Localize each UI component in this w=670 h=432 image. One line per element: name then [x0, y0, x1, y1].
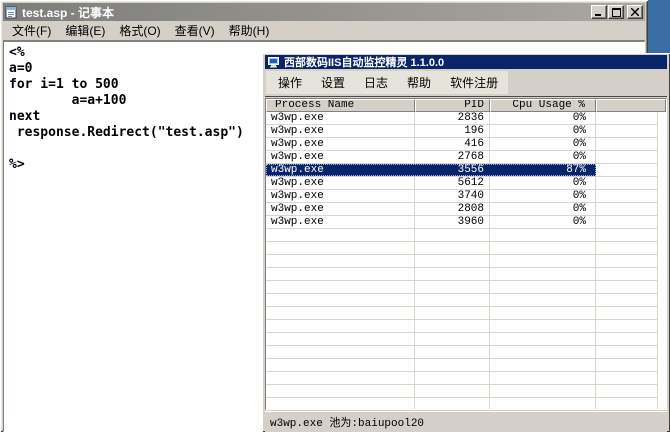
monitor-menu-item[interactable]: 软件注册	[444, 71, 504, 94]
maximize-button[interactable]	[608, 5, 624, 19]
process-pid-cell: 2768	[415, 151, 490, 163]
maximize-icon	[612, 8, 621, 17]
notepad-titlebar[interactable]: test.asp - 记事本	[3, 3, 645, 21]
process-pid-cell: 416	[415, 138, 490, 150]
monitor-menu-item[interactable]: 操作	[272, 71, 308, 94]
process-row[interactable]: w3wp.exe 196 0%	[266, 125, 658, 138]
process-name-cell: w3wp.exe	[266, 112, 415, 124]
notepad-window-controls	[590, 5, 643, 19]
notepad-menu-item[interactable]: 文件(F)	[5, 20, 58, 41]
process-cpu-cell: 87%	[490, 164, 596, 176]
process-name-cell: w3wp.exe	[266, 203, 415, 215]
monitor-menu-band: 操作设置日志帮助软件注册	[266, 71, 508, 94]
status-text: w3wp.exe 池为:baiupool20	[270, 414, 424, 430]
column-header-pid[interactable]: PID	[415, 99, 490, 112]
process-pid-cell: 2808	[415, 203, 490, 215]
notepad-menu-item[interactable]: 查看(V)	[168, 20, 222, 41]
monitor-window: 西部数码IIS自动监控精灵 1.1.0.0 操作设置日志帮助软件注册 Proce…	[262, 53, 670, 432]
process-listview[interactable]: Process Name PID Cpu Usage % w3wp.exe 28…	[265, 98, 667, 410]
process-name-cell: w3wp.exe	[266, 125, 415, 137]
process-row[interactable]: w3wp.exe 3556 87%	[266, 164, 658, 177]
process-cpu-cell: 0%	[490, 216, 596, 228]
close-button[interactable]	[627, 5, 643, 19]
notepad-menu-item[interactable]: 帮助(H)	[222, 20, 277, 41]
process-row[interactable]: w3wp.exe 2836 0%	[266, 112, 658, 125]
process-cpu-cell: 0%	[490, 125, 596, 137]
process-name-cell: w3wp.exe	[266, 216, 415, 228]
process-row[interactable]: w3wp.exe 3740 0%	[266, 190, 658, 203]
process-cpu-cell: 0%	[490, 190, 596, 202]
app-monitor-icon	[268, 57, 280, 68]
monitor-menu-item[interactable]: 帮助	[401, 71, 437, 94]
process-row[interactable]: w3wp.exe 2808 0%	[266, 203, 658, 216]
notepad-window-title: test.asp - 记事本	[22, 4, 114, 21]
process-pid-cell: 3740	[415, 190, 490, 202]
process-row[interactable]: w3wp.exe 2768 0%	[266, 151, 658, 164]
notepad-menubar: 文件(F)编辑(E)格式(O)查看(V)帮助(H)	[3, 21, 645, 41]
process-row[interactable]: w3wp.exe 3960 0%	[266, 216, 658, 229]
minimize-icon	[595, 8, 603, 16]
monitor-statusbar: w3wp.exe 池为:baiupool20	[265, 411, 667, 432]
monitor-menu-item[interactable]: 设置	[315, 71, 351, 94]
listview-header: Process Name PID Cpu Usage %	[266, 99, 666, 112]
notepad-menu-item[interactable]: 编辑(E)	[58, 20, 112, 41]
notepad-menu-item[interactable]: 格式(O)	[112, 20, 167, 41]
monitor-menu-item[interactable]: 日志	[358, 71, 394, 94]
desktop: test.asp - 记事本	[0, 0, 670, 432]
notepad-document-icon	[5, 6, 18, 19]
process-rows: w3wp.exe 2836 0% w3wp.exe 196 0% w3wp.ex…	[266, 112, 666, 229]
monitor-menubar: 操作设置日志帮助软件注册	[265, 69, 667, 97]
process-cpu-cell: 0%	[490, 177, 596, 189]
process-name-cell: w3wp.exe	[266, 164, 415, 176]
process-name-cell: w3wp.exe	[266, 138, 415, 150]
process-cpu-cell: 0%	[490, 151, 596, 163]
column-header-process-name[interactable]: Process Name	[266, 99, 415, 112]
monitor-titlebar[interactable]: 西部数码IIS自动监控精灵 1.1.0.0	[265, 55, 667, 69]
process-cpu-cell: 0%	[490, 138, 596, 150]
process-row[interactable]: w3wp.exe 416 0%	[266, 138, 658, 151]
process-row[interactable]: w3wp.exe 5612 0%	[266, 177, 658, 190]
process-pid-cell: 3556	[415, 164, 490, 176]
process-name-cell: w3wp.exe	[266, 177, 415, 189]
listview-gridlines	[266, 229, 658, 409]
column-header-empty	[596, 99, 666, 112]
process-pid-cell: 5612	[415, 177, 490, 189]
process-pid-cell: 2836	[415, 112, 490, 124]
close-icon	[631, 8, 639, 16]
process-pid-cell: 3960	[415, 216, 490, 228]
monitor-window-title: 西部数码IIS自动监控精灵 1.1.0.0	[284, 54, 444, 70]
minimize-button[interactable]	[591, 5, 607, 19]
column-header-cpu-usage[interactable]: Cpu Usage %	[490, 99, 596, 112]
process-name-cell: w3wp.exe	[266, 151, 415, 163]
process-cpu-cell: 0%	[490, 203, 596, 215]
process-name-cell: w3wp.exe	[266, 190, 415, 202]
process-cpu-cell: 0%	[490, 112, 596, 124]
process-pid-cell: 196	[415, 125, 490, 137]
